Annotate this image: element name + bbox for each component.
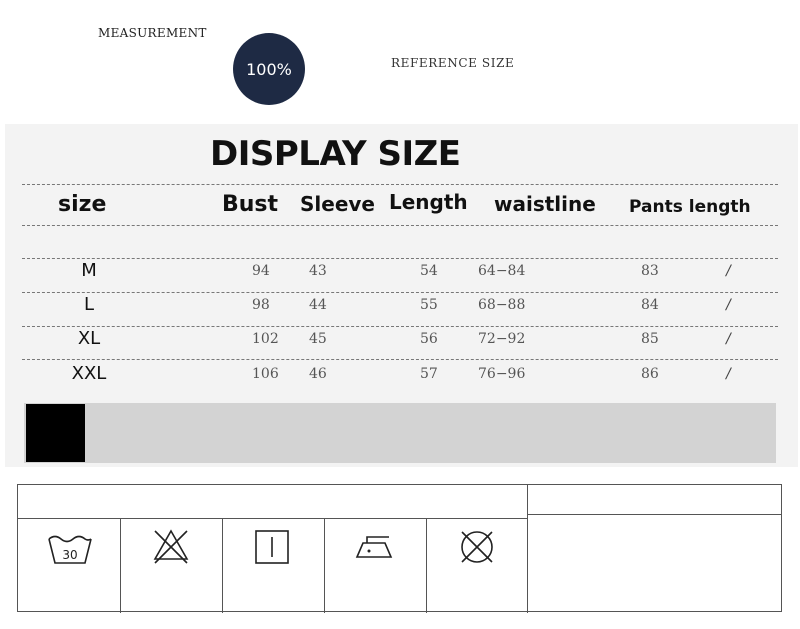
- table-cell-pants-length: 85: [641, 331, 659, 347]
- table-cell-bust: 106: [252, 366, 279, 382]
- table-cell-sleeve: 44: [309, 297, 327, 313]
- size-badge: 100%: [233, 33, 305, 105]
- column-header-bust: Bust: [222, 192, 279, 217]
- divider: [22, 184, 778, 185]
- table-cell-sleeve: 43: [309, 263, 327, 279]
- table-cell-pants-length: 83: [641, 263, 659, 279]
- reference-size-label: REFERENCE SIZE: [391, 56, 515, 70]
- table-cell-extra: /: [726, 366, 731, 382]
- care-instructions-table: 30: [17, 484, 782, 613]
- divider: [22, 225, 778, 226]
- size-badge-text: 100%: [246, 59, 292, 79]
- do-not-bleach-icon: [149, 525, 199, 575]
- wash-30-icon: 30: [45, 529, 95, 579]
- column-header-pants-length: Pants length: [629, 197, 751, 217]
- table-cell-length: 54: [420, 263, 438, 279]
- divider: [22, 258, 778, 259]
- table-cell-waistline: 76−96: [478, 366, 526, 382]
- table-cell-bust: 102: [252, 331, 279, 347]
- table-cell-size: L: [83, 294, 95, 315]
- color-band: [24, 403, 776, 463]
- table-cell-length: 57: [420, 366, 438, 382]
- table-cell-bust: 98: [252, 297, 270, 313]
- table-row: M 94 43 54 64−84 83 /: [0, 260, 800, 293]
- care-divider: [222, 518, 223, 613]
- table-cell-size: M: [81, 260, 97, 281]
- column-header-size: size: [58, 192, 107, 217]
- do-not-dry-clean-icon: [455, 525, 505, 575]
- care-divider: [527, 514, 782, 515]
- table-cell-waistline: 72−92: [478, 331, 526, 347]
- table-cell-size: XL: [77, 328, 101, 349]
- iron-icon: [353, 531, 403, 581]
- black-swatch: [26, 404, 85, 462]
- column-header-waistline: waistline: [494, 192, 596, 216]
- table-cell-size: XXL: [71, 363, 107, 384]
- table-cell-length: 56: [420, 331, 438, 347]
- table-cell-sleeve: 46: [309, 366, 327, 382]
- care-divider: [120, 518, 121, 613]
- table-row: XXL 106 46 57 76−96 86 /: [0, 363, 800, 396]
- table-row: XL 102 45 56 72−92 85 /: [0, 328, 800, 361]
- care-divider: [324, 518, 325, 613]
- care-divider: [527, 485, 528, 613]
- wash-temp: 30: [62, 548, 77, 562]
- table-cell-extra: /: [726, 297, 731, 313]
- table-cell-extra: /: [726, 331, 731, 347]
- table-row: L 98 44 55 68−88 84 /: [0, 294, 800, 327]
- table-cell-pants-length: 86: [641, 366, 659, 382]
- table-cell-pants-length: 84: [641, 297, 659, 313]
- table-cell-extra: /: [726, 263, 731, 279]
- table-cell-length: 55: [420, 297, 438, 313]
- table-cell-waistline: 64−84: [478, 263, 526, 279]
- table-cell-waistline: 68−88: [478, 297, 526, 313]
- column-header-sleeve: Sleeve: [300, 192, 375, 216]
- care-divider: [426, 518, 427, 613]
- chart-title: DISPLAY SIZE: [210, 134, 461, 174]
- measurement-label: MEASUREMENT: [98, 26, 207, 40]
- table-cell-bust: 94: [252, 263, 270, 279]
- column-header-length: Length: [389, 190, 468, 214]
- care-divider: [18, 518, 527, 519]
- tumble-dry-icon: [252, 527, 302, 577]
- table-cell-sleeve: 45: [309, 331, 327, 347]
